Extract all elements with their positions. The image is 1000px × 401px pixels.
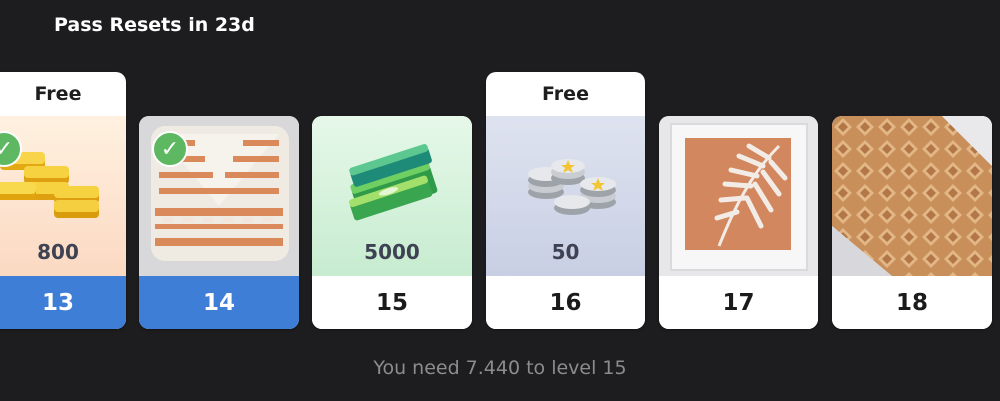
rewards-track: Free 800 ✓ 13 ✓ 14 5000 15 Free 50 16 17…: [0, 0, 1000, 401]
reward-card-17[interactable]: 17: [659, 116, 818, 329]
reward-image: 50: [486, 116, 645, 276]
reward-card-14[interactable]: ✓ 14: [139, 116, 299, 329]
reward-card-18[interactable]: 18: [832, 116, 992, 329]
check-icon: ✓: [152, 131, 188, 167]
level-number: 15: [312, 276, 472, 329]
level-number: 17: [659, 276, 818, 329]
reward-image: [659, 116, 818, 276]
reward-card-15[interactable]: 5000 15: [312, 116, 472, 329]
framed-leaf-art-image: [670, 123, 808, 271]
reward-card-13[interactable]: Free 800 ✓ 13: [0, 72, 126, 329]
reward-image: [832, 116, 992, 276]
free-tag: Free: [34, 83, 82, 105]
level-progress-text: You need 7.440 to level 15: [373, 357, 627, 379]
level-number: 14: [139, 276, 299, 329]
reward-card-16[interactable]: Free 50 16: [486, 72, 645, 329]
free-tag: Free: [542, 83, 589, 105]
reward-amount: 800: [37, 240, 79, 264]
level-number: 18: [832, 276, 992, 329]
level-number: 16: [486, 276, 645, 329]
reward-amount: 5000: [364, 240, 420, 264]
level-number: 13: [0, 276, 126, 329]
patterned-rug-image: [832, 116, 992, 276]
reward-image: 5000: [312, 116, 472, 276]
reward-amount: 50: [551, 240, 580, 264]
